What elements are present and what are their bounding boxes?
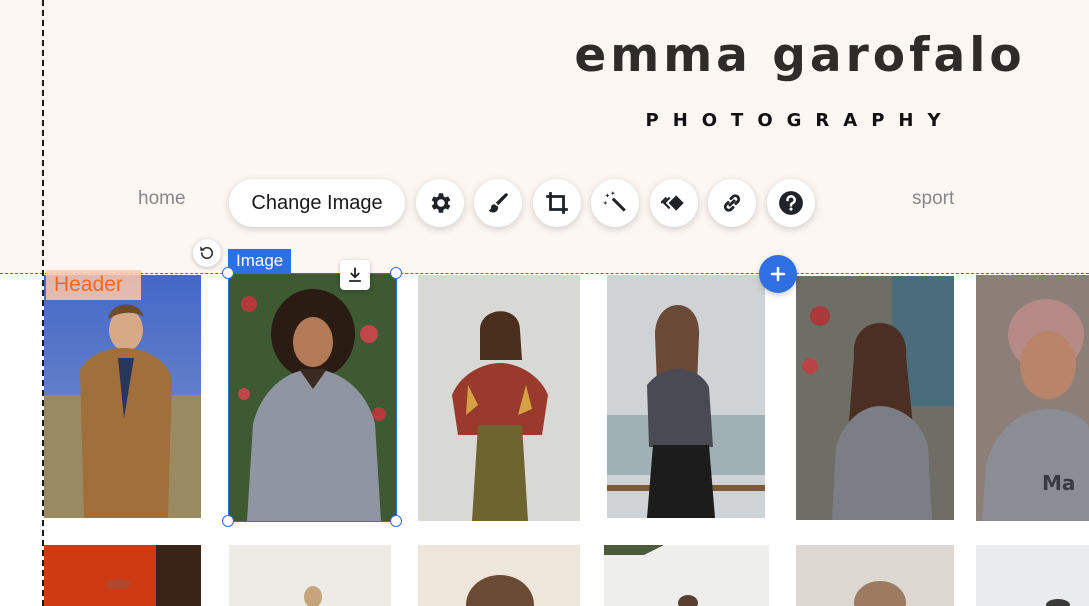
gallery-photo-4[interactable] [607, 275, 765, 518]
gallery-photo-12[interactable] [976, 545, 1089, 606]
nav-item-sport[interactable]: sport [912, 188, 954, 210]
svg-text:Ma: Ma [1042, 471, 1075, 495]
change-image-button[interactable]: Change Image [229, 179, 405, 227]
design-button[interactable] [474, 179, 522, 227]
gallery-photo-10[interactable] [604, 545, 769, 606]
photo-orange-wall [44, 545, 201, 606]
photo-light-9 [418, 545, 580, 606]
gallery-photo-11[interactable] [796, 545, 954, 606]
crop-button[interactable] [533, 179, 581, 227]
animation-button[interactable] [650, 179, 698, 227]
gallery-photo-2[interactable] [229, 274, 396, 521]
settings-button[interactable] [416, 179, 464, 227]
enhance-button[interactable] [591, 179, 639, 227]
photo-light-8 [229, 545, 391, 606]
resize-handle-bottom-left[interactable] [222, 515, 234, 527]
resize-handle-top-right[interactable] [390, 267, 402, 279]
photo-man-in-coat [44, 275, 201, 518]
photo-light-10 [604, 545, 769, 606]
gallery-photo-9[interactable] [418, 545, 580, 606]
gallery-photo-6[interactable]: Ma [976, 275, 1089, 521]
animation-icon [661, 195, 684, 211]
resize-handle-top-left[interactable] [222, 267, 234, 279]
download-button[interactable] [340, 260, 370, 290]
header-boundary-line[interactable] [0, 273, 1089, 274]
resize-handle-bottom-right[interactable] [390, 515, 402, 527]
nav-item-home[interactable]: home [138, 188, 186, 210]
image-element-tag: Image [228, 249, 292, 273]
photo-woman-pink-hair: Ma [976, 275, 1089, 521]
link-button[interactable] [708, 179, 756, 227]
gallery-photo-7[interactable] [44, 545, 201, 606]
photo-woman-striped-top [607, 275, 765, 518]
magic-wand-icon [603, 191, 626, 212]
site-title: emma garofalo [574, 28, 1026, 83]
crop-icon [546, 192, 568, 214]
gallery-photo-8[interactable] [229, 545, 391, 606]
photo-light-11 [796, 545, 954, 606]
site-subtitle: PHOTOGRAPHY [645, 110, 955, 131]
help-icon [779, 191, 803, 215]
photo-woman-long-hair [796, 276, 954, 520]
rotate-icon [200, 246, 214, 260]
rotate-button[interactable] [193, 239, 221, 267]
design-brush-icon [488, 193, 508, 213]
help-button[interactable] [767, 179, 815, 227]
gallery-photo-3[interactable] [418, 275, 580, 521]
photo-light-12 [976, 545, 1089, 606]
plus-icon [770, 266, 786, 282]
gallery-photo-5[interactable] [796, 276, 954, 520]
editor-gutter-line [42, 0, 44, 606]
gallery-photo-1[interactable] [44, 275, 201, 518]
settings-icon [431, 193, 451, 213]
download-icon [348, 267, 362, 282]
photo-woman-curly-hair [229, 274, 396, 521]
add-element-button[interactable] [759, 255, 797, 293]
header-section-tag: Header [46, 270, 141, 300]
link-icon [723, 194, 741, 212]
photo-woman-patterned-jacket [418, 275, 580, 521]
